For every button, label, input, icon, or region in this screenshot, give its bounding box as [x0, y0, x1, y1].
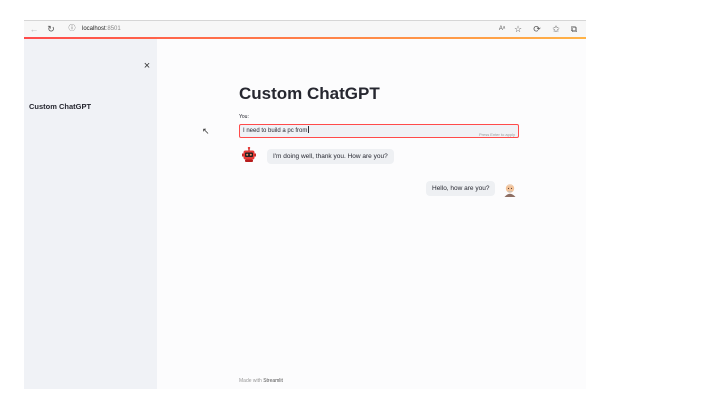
footer-prefix: Made with — [239, 378, 264, 384]
footer-brand-link[interactable]: Streamlit — [263, 378, 283, 384]
favorites-icon[interactable]: ✩ — [550, 23, 562, 35]
browser-toolbar: ← ↻ ⓘ localhost:8501 Aᵃ ☆ ⟳ ✩ ⧉ — [24, 21, 586, 37]
refresh-icon[interactable]: ⟳ — [531, 23, 543, 35]
favorite-add-icon[interactable]: ☆ — [512, 23, 524, 35]
text-caret — [308, 126, 310, 133]
info-icon[interactable]: ⓘ — [66, 23, 78, 35]
input-hint: Press Enter to apply — [478, 132, 515, 137]
chat-input-text: I need to build a pc from — [243, 128, 308, 134]
footer: Made with Streamlit — [239, 378, 283, 384]
page-title: Custom ChatGPT — [239, 84, 380, 103]
sidebar-title: Custom ChatGPT — [29, 102, 92, 111]
back-icon[interactable]: ← — [28, 23, 40, 35]
chat-input-value[interactable]: I need to build a pc from — [243, 125, 310, 138]
address-bar[interactable]: localhost:8501 — [82, 23, 121, 35]
browser-window: ← ↻ ⓘ localhost:8501 Aᵃ ☆ ⟳ ✩ ⧉ × Custom… — [24, 20, 586, 389]
mouse-cursor-icon: ↖ — [202, 126, 210, 136]
close-icon[interactable]: × — [142, 61, 152, 72]
user-message: Hello, how are you? — [426, 181, 496, 196]
user-avatar-icon — [502, 181, 518, 197]
reload-icon[interactable]: ↻ — [45, 23, 57, 35]
collections-icon[interactable]: ⧉ — [568, 23, 580, 35]
main-content: Custom ChatGPT You: I need to build a pc… — [157, 39, 586, 389]
url-port: :8501 — [105, 26, 121, 32]
url-host: localhost — [82, 26, 106, 32]
read-aloud-icon[interactable]: Aᵃ — [496, 23, 508, 35]
chat-input[interactable]: I need to build a pc from Press Enter to… — [239, 124, 519, 138]
input-label: You: — [239, 114, 249, 120]
sidebar: × Custom ChatGPT — [24, 39, 157, 389]
bot-message: I'm doing well, thank you. How are you? — [267, 149, 394, 164]
bot-avatar-icon — [241, 147, 257, 163]
